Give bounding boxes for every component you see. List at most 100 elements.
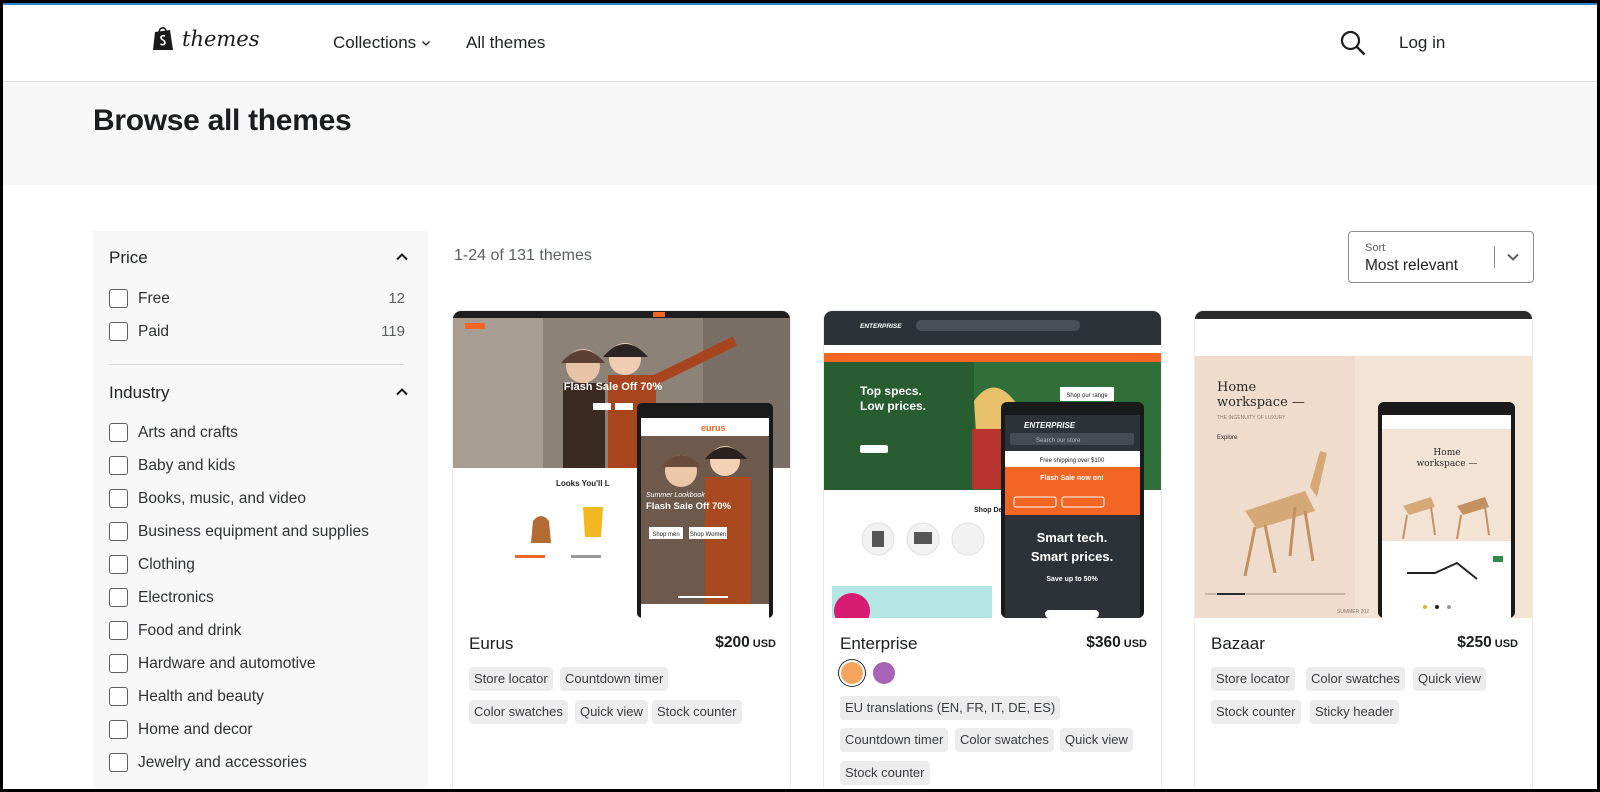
color-swatch-purple[interactable]: [873, 662, 895, 684]
theme-price: $200 USD: [715, 634, 776, 652]
color-swatch-orange[interactable]: [841, 662, 863, 684]
filter-option-jewelry[interactable]: Jewelry and accessories: [109, 753, 405, 772]
enterprise-search-placeholder: Search our store: [1036, 438, 1081, 444]
browser-page: themes Collections All themes Log in Bro…: [3, 3, 1597, 789]
enterprise-preview-graphic: ENTERPRISE Top specs. Low prices. Shop o…: [824, 311, 1161, 618]
checkbox[interactable]: [109, 289, 128, 308]
filter-option-count: 12: [388, 290, 405, 307]
bazaar-explore: Explore: [1217, 435, 1238, 441]
filter-option-label: Hardware and automotive: [138, 654, 316, 672]
filter-option-hardware-automotive[interactable]: Hardware and automotive: [109, 654, 405, 673]
enterprise-mobile-h1: Smart tech.: [1037, 530, 1108, 545]
theme-name[interactable]: Bazaar: [1211, 634, 1265, 654]
filter-option-health-and-beauty[interactable]: Health and beauty: [109, 687, 405, 706]
theme-preview-image[interactable]: Home workspace — THE INGENUITY OF LUXURY…: [1195, 311, 1532, 618]
checkbox[interactable]: [109, 489, 128, 508]
theme-preview-image[interactable]: ENTERPRISE Top specs. Low prices. Shop o…: [824, 311, 1161, 618]
filter-divider: [109, 364, 404, 365]
feature-tag: Color swatches: [469, 700, 568, 724]
filter-option-label: Clothing: [138, 555, 195, 573]
checkbox[interactable]: [109, 687, 128, 706]
checkbox[interactable]: [109, 720, 128, 739]
filter-industry-heading[interactable]: Industry: [109, 383, 169, 403]
price-amount: $360: [1086, 634, 1121, 651]
feature-tag: Store locator: [469, 667, 553, 691]
bazaar-mobile-h2: workspace —: [1417, 459, 1478, 469]
filter-option-baby-and-kids[interactable]: Baby and kids: [109, 456, 405, 475]
sort-caption: Sort: [1365, 242, 1386, 254]
search-icon[interactable]: [1339, 29, 1367, 57]
filter-option-label: Baby and kids: [138, 456, 236, 474]
sort-select[interactable]: Sort Most relevant: [1348, 231, 1534, 283]
enterprise-brand: ENTERPRISE: [860, 323, 902, 330]
theme-preview-image[interactable]: Flash Sale Off 70% Looks You'll L eurus: [453, 311, 790, 618]
filter-option-free[interactable]: Free 12: [109, 289, 405, 308]
shopify-themes-logo[interactable]: themes: [151, 25, 260, 52]
results-count: 1-24 of 131 themes: [454, 247, 592, 264]
price-amount: $250: [1457, 634, 1492, 651]
theme-name[interactable]: Eurus: [469, 634, 513, 654]
enterprise-headline-2: Low prices.: [860, 399, 926, 413]
chevron-down-icon: [1507, 253, 1519, 261]
feature-tag: Stock counter: [1211, 700, 1301, 724]
filter-option-electronics[interactable]: Electronics: [109, 588, 405, 607]
feature-tag: Color swatches: [1306, 667, 1405, 691]
nav-collections-label: Collections: [333, 33, 417, 52]
bazaar-summer: SUMMER 202: [1337, 609, 1369, 615]
theme-price: $250 USD: [1457, 634, 1518, 652]
checkbox[interactable]: [109, 654, 128, 673]
filter-option-clothing[interactable]: Clothing: [109, 555, 405, 574]
checkbox[interactable]: [109, 522, 128, 541]
checkbox[interactable]: [109, 753, 128, 772]
enterprise-mobile-flash: Flash Sale now on!: [1040, 475, 1103, 482]
enterprise-mobile-h2: Smart prices.: [1031, 549, 1113, 564]
sort-value: Most relevant: [1365, 257, 1459, 274]
chevron-down-icon: [422, 41, 431, 46]
feature-tag: Sticky header: [1310, 700, 1399, 724]
enterprise-mobile-save: Save up to 50%: [1046, 576, 1098, 583]
filter-option-business-equipment[interactable]: Business equipment and supplies: [109, 522, 405, 541]
feature-tag: Stock counter: [840, 761, 930, 785]
bazaar-headline-2: workspace —: [1217, 395, 1305, 410]
feature-tag: Countdown timer: [840, 728, 949, 752]
theme-name[interactable]: Enterprise: [840, 634, 917, 654]
filter-option-paid[interactable]: Paid 119: [109, 322, 405, 341]
filter-option-home-and-decor[interactable]: Home and decor: [109, 720, 405, 739]
filter-option-food-and-drink[interactable]: Food and drink: [109, 621, 405, 640]
price-amount: $200: [715, 634, 750, 651]
theme-card-eurus[interactable]: Flash Sale Off 70% Looks You'll L eurus: [453, 311, 790, 789]
page-title: Browse all themes: [93, 104, 352, 137]
login-link[interactable]: Log in: [1399, 33, 1445, 53]
filter-option-label: Electronics: [138, 588, 214, 606]
filter-option-label: Business equipment and supplies: [138, 522, 369, 540]
chevron-up-icon[interactable]: [395, 250, 409, 264]
filter-option-label: Arts and crafts: [138, 423, 238, 441]
filter-price-heading[interactable]: Price: [109, 248, 148, 268]
feature-tag: Quick view: [1413, 667, 1486, 691]
eurus-mobile-brand: eurus: [701, 423, 726, 433]
chevron-up-icon[interactable]: [395, 385, 409, 399]
price-currency: USD: [752, 638, 776, 650]
enterprise-headline-1: Top specs.: [860, 384, 922, 398]
nav-collections[interactable]: Collections: [333, 33, 431, 53]
feature-tag: Quick view: [575, 700, 648, 724]
eurus-mobile-btn2: Shop Women: [690, 532, 726, 538]
eurus-headline: Flash Sale Off 70%: [564, 381, 663, 393]
theme-card-bazaar[interactable]: Home workspace — THE INGENUITY OF LUXURY…: [1195, 311, 1532, 789]
theme-card-enterprise[interactable]: ENTERPRISE Top specs. Low prices. Shop o…: [824, 311, 1161, 789]
site-header: themes Collections All themes Log in: [3, 5, 1597, 82]
filter-sidebar: Price Free 12 Paid 119 Industry Arts and…: [93, 231, 428, 789]
price-currency: USD: [1123, 638, 1147, 650]
checkbox[interactable]: [109, 423, 128, 442]
feature-tag: EU translations (EN, FR, IT, DE, ES): [840, 696, 1061, 720]
checkbox[interactable]: [109, 555, 128, 574]
nav-all-themes[interactable]: All themes: [466, 33, 545, 53]
filter-option-arts-and-crafts[interactable]: Arts and crafts: [109, 423, 405, 442]
checkbox[interactable]: [109, 322, 128, 341]
theme-price: $360 USD: [1086, 634, 1147, 652]
bazaar-headline-1: Home: [1217, 380, 1256, 395]
checkbox[interactable]: [109, 456, 128, 475]
checkbox[interactable]: [109, 588, 128, 607]
checkbox[interactable]: [109, 621, 128, 640]
filter-option-books-music-video[interactable]: Books, music, and video: [109, 489, 405, 508]
